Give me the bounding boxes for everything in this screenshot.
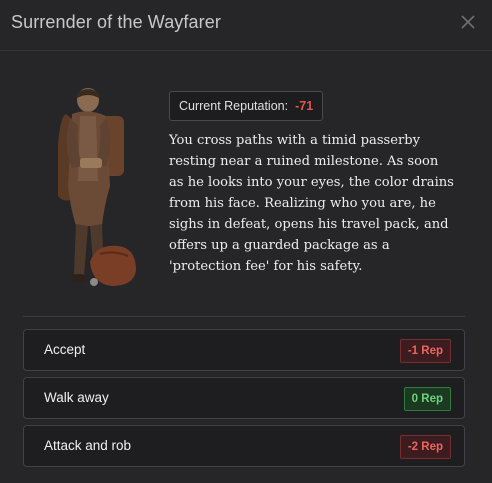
divider bbox=[23, 316, 465, 317]
option-walk-away[interactable]: Walk away 0 Rep bbox=[23, 377, 465, 419]
reputation-label: Current Reputation: bbox=[179, 99, 289, 113]
dialog-header: Surrender of the Wayfarer bbox=[0, 0, 492, 51]
reputation-box: Current Reputation: -71 bbox=[169, 91, 324, 121]
option-attack-and-rob[interactable]: Attack and rob -2 Rep bbox=[23, 425, 465, 467]
option-accept[interactable]: Accept -1 Rep bbox=[23, 329, 465, 371]
dialog-title: Surrender of the Wayfarer bbox=[11, 12, 221, 32]
option-label: Attack and rob bbox=[44, 438, 132, 453]
event-dialog: Surrender of the Wayfarer Current Reputa… bbox=[0, 0, 492, 483]
close-icon[interactable] bbox=[458, 12, 478, 32]
story-text: You cross paths with a timid passerby re… bbox=[169, 133, 454, 274]
option-label: Accept bbox=[44, 342, 86, 357]
rep-badge: -1 Rep bbox=[399, 339, 451, 363]
wayfarer-portrait bbox=[44, 86, 148, 296]
reputation-value: -71 bbox=[295, 99, 314, 113]
option-label: Walk away bbox=[44, 390, 109, 405]
rep-badge: 0 Rep bbox=[403, 387, 451, 411]
rep-badge: -2 Rep bbox=[399, 435, 451, 459]
